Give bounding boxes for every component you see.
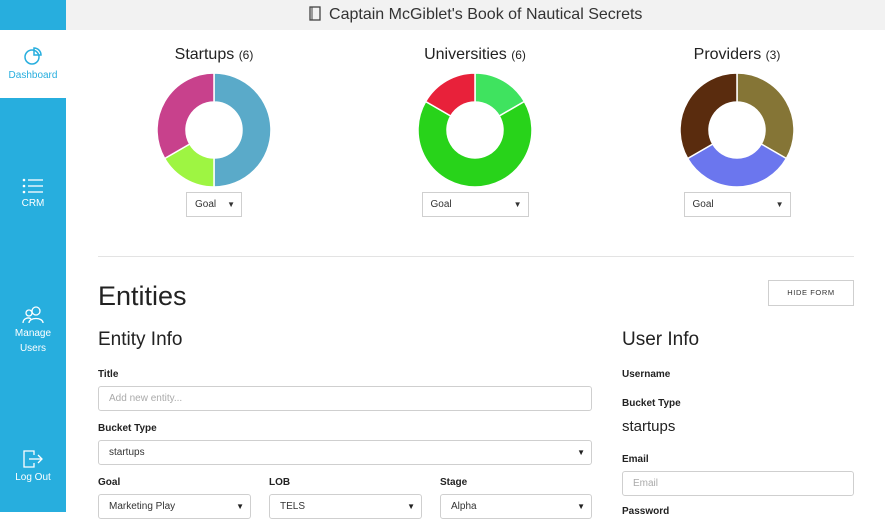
caret-down-icon: ▼	[775, 200, 784, 209]
donut-slice[interactable]	[417, 100, 533, 188]
email-input[interactable]: Email	[622, 471, 854, 496]
bucket-type-label: Bucket Type	[98, 423, 157, 434]
chart-goal-select[interactable]: Goal ▼	[186, 192, 242, 217]
select-value: Goal	[195, 199, 217, 210]
select-value: Marketing Play	[109, 501, 176, 512]
entities-heading: Entities	[98, 281, 187, 311]
sidebar-item-label: Dashboard	[8, 70, 58, 81]
book-icon	[308, 6, 321, 21]
section-divider	[98, 256, 854, 257]
chart-title-text: Startups	[174, 46, 235, 63]
caret-down-icon: ▼	[407, 502, 415, 511]
sidebar-item-label: Manage Users	[14, 328, 52, 354]
chart-title: Startups (6)	[114, 46, 314, 64]
sidebar-item-dashboard[interactable]: Dashboard	[0, 30, 66, 98]
users-icon	[22, 306, 44, 324]
donut-chart	[417, 72, 533, 188]
sidebar-item-label: CRM	[21, 198, 45, 209]
username-label: Username	[622, 369, 671, 380]
select-value: Goal	[430, 199, 452, 210]
list-icon	[22, 178, 43, 194]
user-info-heading: User Info	[622, 329, 700, 350]
sidebar-item-crm[interactable]: CRM	[0, 178, 66, 211]
chart-universities: Universities (6) Goal ▼	[375, 46, 575, 217]
hide-form-button[interactable]: HIDE FORM	[768, 280, 854, 306]
goal-select[interactable]: Marketing Play ▼	[98, 494, 251, 519]
stage-select[interactable]: Alpha ▼	[440, 494, 592, 519]
chart-count: (3)	[765, 48, 781, 62]
sidebar: Dashboard CRM Manage Users Log Out	[0, 0, 66, 512]
caret-down-icon: ▼	[513, 200, 522, 209]
chart-startups: Startups (6) Goal ▼	[114, 46, 314, 217]
caret-down-icon: ▼	[577, 502, 585, 511]
sidebar-item-label: Log Out	[15, 472, 51, 483]
select-value: Alpha	[451, 501, 477, 512]
lob-label: LOB	[269, 477, 291, 488]
pie-chart-icon	[24, 47, 42, 65]
donut-slice[interactable]	[156, 72, 215, 160]
user-bucket-type-value: startups	[622, 418, 676, 435]
sidebar-item-manage-users[interactable]: Manage Users	[0, 306, 66, 356]
title-input[interactable]: Add new entity...	[98, 386, 592, 411]
donut-chart	[156, 72, 272, 188]
caret-down-icon: ▼	[227, 200, 235, 209]
select-value: TELS	[280, 501, 306, 512]
stage-label: Stage	[440, 477, 468, 488]
entity-info-heading: Entity Info	[98, 329, 183, 350]
caret-down-icon: ▼	[577, 448, 585, 457]
chart-title: Providers (3)	[637, 46, 837, 64]
select-value: Goal	[692, 199, 714, 210]
goal-label: Goal	[98, 477, 121, 488]
lob-select[interactable]: TELS ▼	[269, 494, 422, 519]
title-label: Title	[98, 369, 119, 380]
email-label: Email	[622, 454, 649, 465]
sidebar-item-logout[interactable]: Log Out	[0, 450, 66, 485]
bucket-type-select[interactable]: startups ▼	[98, 440, 592, 465]
caret-down-icon: ▼	[236, 502, 244, 511]
donut-slice[interactable]	[213, 72, 272, 188]
donut-slice[interactable]	[679, 72, 738, 160]
chart-providers: Providers (3) Goal ▼	[637, 46, 837, 217]
donut-chart	[679, 72, 795, 188]
chart-title-text: Universities	[424, 46, 507, 63]
app-header: Captain McGiblet's Book of Nautical Secr…	[66, 0, 885, 30]
logout-icon	[23, 450, 43, 468]
chart-count: (6)	[511, 48, 526, 62]
select-value: startups	[109, 447, 145, 458]
chart-title-text: Providers	[693, 46, 762, 63]
user-bucket-type-label: Bucket Type	[622, 398, 681, 409]
chart-goal-select[interactable]: Goal ▼	[683, 192, 791, 217]
chart-count: (6)	[238, 48, 254, 62]
app-title: Captain McGiblet's Book of Nautical Secr…	[329, 6, 643, 23]
chart-goal-select[interactable]: Goal ▼	[421, 192, 529, 217]
chart-title: Universities (6)	[375, 46, 575, 64]
